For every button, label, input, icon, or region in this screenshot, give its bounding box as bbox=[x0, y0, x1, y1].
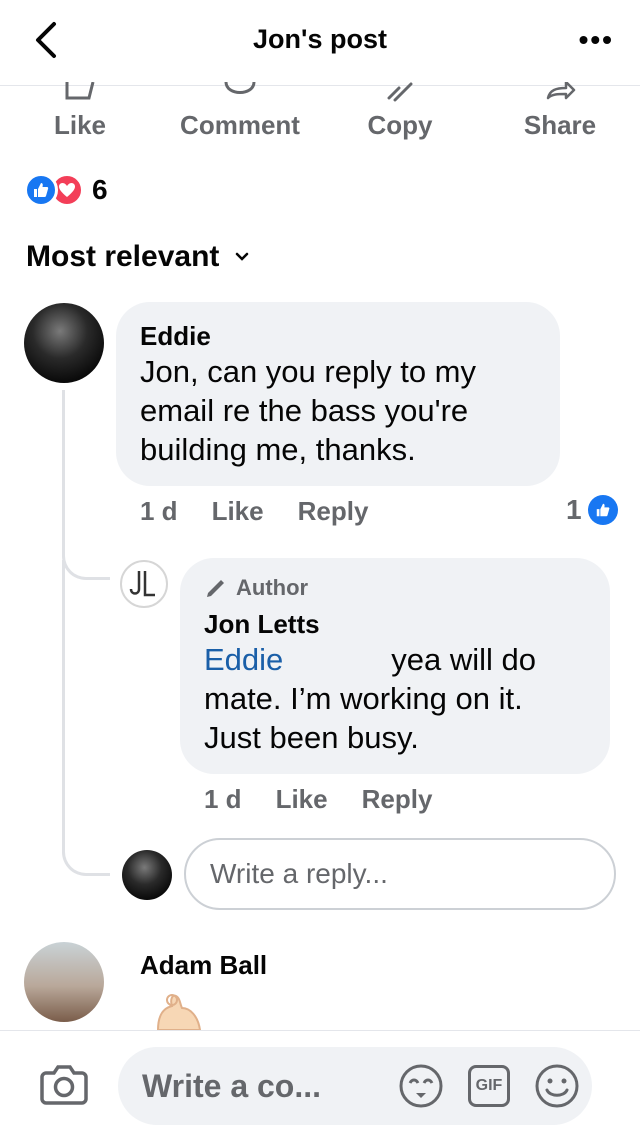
reply-input-placeholder: Write a reply... bbox=[210, 858, 388, 889]
reaction-count: 6 bbox=[92, 174, 108, 205]
thumbs-up-icon bbox=[587, 495, 618, 525]
emoji-icon[interactable] bbox=[534, 1063, 580, 1109]
more-options-button[interactable]: ••• bbox=[579, 24, 614, 56]
comment-sort-dropdown[interactable]: Most relevant bbox=[26, 240, 249, 274]
like-count-value: 1 bbox=[566, 494, 582, 525]
avatar[interactable] bbox=[24, 303, 104, 383]
mention-link[interactable]: Eddie bbox=[204, 642, 283, 677]
comment-timestamp: 1 d bbox=[140, 496, 178, 526]
comment-author[interactable]: Eddie bbox=[140, 320, 536, 352]
reply-reply-button[interactable]: Reply bbox=[362, 784, 433, 815]
avatar[interactable] bbox=[120, 560, 168, 608]
ok-hand-emoji-icon bbox=[156, 994, 202, 1030]
reply-meta: 1 d Like Reply bbox=[204, 784, 466, 815]
comment-reply-button[interactable]: Reply bbox=[298, 496, 369, 527]
comment-like-button[interactable]: Like bbox=[212, 496, 264, 527]
share-icon bbox=[546, 82, 576, 100]
thumbs-up-icon bbox=[65, 82, 95, 100]
copy-link-action-button[interactable]: Copy bbox=[320, 82, 480, 152]
comment-icon bbox=[224, 82, 256, 94]
like-action-button[interactable]: Like bbox=[0, 82, 160, 152]
author-badge: Author bbox=[204, 574, 586, 602]
pencil-icon bbox=[207, 580, 224, 597]
reply-bubble: Author Jon Letts Eddie yea will do mate. … bbox=[180, 558, 610, 774]
comment-action-button[interactable]: Comment bbox=[160, 82, 320, 152]
link-icon bbox=[387, 82, 413, 102]
like-action-label: Like bbox=[53, 110, 107, 140]
comment-input-placeholder: Write a co... bbox=[142, 1067, 322, 1104]
post-action-bar: Like Comment Copy Share bbox=[0, 82, 640, 152]
camera-icon[interactable] bbox=[40, 1063, 88, 1105]
reply-timestamp: 1 d bbox=[204, 784, 242, 814]
comment-text: Jon, can you reply to my email re the ba… bbox=[140, 354, 476, 467]
comment-input[interactable]: Write a co... GIF bbox=[118, 1047, 592, 1125]
gif-icon[interactable]: GIF bbox=[468, 1065, 510, 1107]
ellipsis-icon: ••• bbox=[578, 24, 614, 55]
chevron-down-icon bbox=[236, 252, 249, 261]
avatar-sticker-icon[interactable] bbox=[398, 1063, 444, 1109]
copy-action-label: Copy bbox=[367, 110, 433, 140]
reply-text-block: Eddie yea will do mate. I’m working on it… bbox=[204, 640, 586, 757]
thread-connector bbox=[62, 560, 110, 876]
avatar[interactable] bbox=[24, 942, 104, 1022]
jl-logo-icon bbox=[129, 571, 155, 597]
top-nav-bar: Jon's post ••• bbox=[0, 0, 640, 86]
share-action-button[interactable]: Share bbox=[480, 82, 640, 152]
reply-input[interactable]: Write a reply... bbox=[184, 838, 616, 910]
comment-like-count[interactable]: 1 bbox=[566, 494, 618, 526]
page-title: Jon's post bbox=[253, 24, 387, 54]
comment-composer-bar: Write a co... GIF bbox=[0, 1030, 640, 1136]
reply-like-button[interactable]: Like bbox=[276, 784, 328, 815]
author-badge-label: Author bbox=[236, 575, 309, 600]
like-reaction-icon bbox=[24, 173, 58, 207]
share-action-label: Share bbox=[523, 110, 597, 140]
reply-author[interactable]: Jon Letts bbox=[204, 608, 586, 640]
comment-bubble: Eddie Jon, can you reply to my email re … bbox=[116, 302, 560, 486]
reaction-summary[interactable]: 6 bbox=[24, 172, 108, 208]
thread-connector bbox=[62, 390, 110, 580]
comment-action-label: Comment bbox=[180, 110, 300, 140]
sort-label: Most relevant bbox=[26, 240, 220, 273]
avatar bbox=[122, 850, 172, 900]
comment-meta: 1 d Like Reply bbox=[140, 496, 402, 527]
comment-author[interactable]: Adam Ball bbox=[140, 950, 267, 981]
